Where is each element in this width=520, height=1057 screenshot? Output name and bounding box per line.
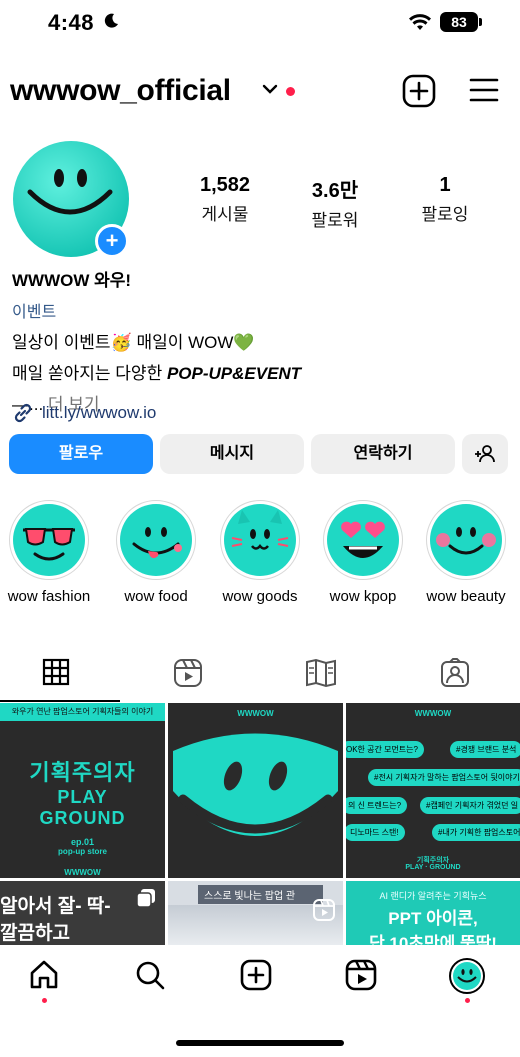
- post-title-2: PLAY: [57, 787, 108, 807]
- post-episode: ep.01: [70, 837, 94, 847]
- reel-icon: [313, 899, 335, 921]
- stat-followers-value: 3.6만: [311, 180, 359, 202]
- chevron-down-icon[interactable]: [262, 84, 278, 94]
- post-grid: 와우가 연난 팝업스토어 기획자들의 이야기 기획주의자 PLAY GROUND…: [0, 703, 520, 948]
- reels-icon[interactable]: [345, 959, 377, 991]
- stat-posts-value: 1,582: [199, 174, 251, 196]
- profile-header: wwwow_official: [10, 70, 510, 114]
- search-icon[interactable]: [134, 959, 166, 991]
- post-bubble: #캡페인 기획자가 겪었던 일: [420, 797, 520, 814]
- post-bubble: OK한 공간 모먼트는?: [346, 741, 424, 758]
- profile-tabs: [0, 652, 520, 702]
- notification-dot: [286, 87, 295, 96]
- tagged-tab-icon[interactable]: [440, 658, 470, 688]
- message-button[interactable]: 메시지: [160, 434, 304, 474]
- post-brand: WWWOW: [64, 868, 101, 877]
- grid-tab-icon[interactable]: [42, 658, 70, 686]
- blush-face-icon: [430, 504, 502, 576]
- link-text: litt.ly/wwwow.io: [42, 403, 157, 422]
- menu-icon[interactable]: [468, 76, 500, 104]
- post-line-1: PPT 아이콘,: [388, 909, 478, 928]
- home-indicator: [176, 1040, 344, 1046]
- post-bubble: #경쟁 브랜드 분석: [450, 741, 520, 758]
- post-banner: 와우가 연난 팝업스토어 기획자들의 이야기: [0, 703, 165, 721]
- add-person-icon: [475, 445, 495, 463]
- home-icon[interactable]: [28, 959, 60, 991]
- post-bubble: 디노마드 스탠!: [346, 824, 405, 841]
- stat-following[interactable]: 1 팔로잉: [395, 174, 495, 225]
- profile-avatar-icon[interactable]: [449, 958, 485, 994]
- post-brand: WWWOW: [237, 709, 274, 718]
- post-subtitle: pop-up store: [58, 847, 107, 856]
- smiley-artwork: [173, 733, 338, 836]
- highlight-wow-goods[interactable]: wow goods: [218, 500, 302, 605]
- add-story-button[interactable]: +: [95, 224, 129, 258]
- tongue-face-icon: [120, 504, 192, 576]
- carousel-icon: [136, 889, 155, 908]
- bio-line-2: 매일 쏟아지는 다양한 POP-UP&EVENT: [12, 359, 508, 384]
- highlight-wow-beauty[interactable]: wow beauty: [424, 500, 508, 605]
- follow-button[interactable]: 팔로우: [9, 434, 153, 474]
- post-text: 스스로 빛나는 팝업 관: [198, 885, 323, 904]
- profile-bio: WWWOW 와우! 이벤트 일상이 이벤트🥳 매일이 WOW💚 매일 쏟아지는 …: [12, 266, 508, 415]
- stat-posts[interactable]: 1,582 게시물: [175, 174, 275, 225]
- heart-eyes-face-icon: [327, 504, 399, 576]
- post-thumbnail[interactable]: 알아서 잘- 딱- 깔끔하고: [0, 881, 165, 948]
- create-icon[interactable]: [240, 959, 272, 991]
- highlight-wow-food[interactable]: wow food: [114, 500, 198, 605]
- post-title-3: GROUND: [39, 808, 126, 828]
- link-icon: [14, 403, 32, 423]
- post-thumbnail[interactable]: WWWOW OK한 공간 모먼트는? #경쟁 브랜드 분석 #전시 기획자가 말…: [346, 703, 520, 878]
- highlight-wow-fashion[interactable]: wow fashion: [7, 500, 91, 605]
- moon-icon: [104, 13, 118, 28]
- post-bubble: 의 신 트렌드는?: [346, 797, 408, 814]
- status-bar: 4:48 83: [0, 0, 520, 50]
- bio-line-1: 일상이 이벤트🥳 매일이 WOW💚: [12, 333, 255, 352]
- stat-following-label: 팔로잉: [421, 205, 469, 224]
- profile-activity-dot: [465, 998, 470, 1003]
- post-thumbnail[interactable]: WWWOW: [168, 703, 343, 878]
- create-post-icon[interactable]: [402, 74, 436, 108]
- username-title[interactable]: wwwow_official: [10, 74, 231, 108]
- post-top-text: AI 랜디가 알려주는 기획뉴스: [379, 891, 487, 901]
- battery-indicator: 83: [440, 12, 482, 32]
- category-label[interactable]: 이벤트: [12, 298, 508, 322]
- post-thumbnail[interactable]: AI 랜디가 알려주는 기획뉴스 PPT 아이콘, 단 10초만에 뚝딱!: [346, 881, 520, 948]
- wifi-icon: [409, 14, 431, 30]
- status-time: 4:48: [48, 10, 95, 35]
- home-activity-dot: [42, 998, 47, 1003]
- suggested-users-button[interactable]: [462, 434, 508, 474]
- sunglasses-face-icon: [13, 504, 85, 576]
- stat-followers-label: 팔로워: [311, 211, 359, 230]
- stat-following-value: 1: [439, 174, 451, 196]
- display-name: WWWOW 와우!: [12, 271, 132, 290]
- post-bubble: #내가 기획한 팝업스토어: [432, 824, 520, 841]
- cat-face-icon: [224, 504, 296, 576]
- post-title-1: 기획주의자: [29, 760, 136, 785]
- post-brand: WWWOW: [414, 709, 452, 718]
- stat-posts-label: 게시물: [201, 205, 249, 224]
- bio-line-2-bold: POP-UP&EVENT: [166, 364, 302, 383]
- guides-tab-icon[interactable]: [305, 658, 337, 688]
- post-thumbnail[interactable]: 스스로 빛나는 팝업 관: [168, 881, 343, 948]
- post-thumbnail[interactable]: 와우가 연난 팝업스토어 기획자들의 이야기 기획주의자 PLAY GROUND…: [0, 703, 165, 878]
- reels-tab-icon[interactable]: [173, 658, 203, 688]
- contact-button[interactable]: 연락하기: [311, 434, 455, 474]
- highlight-label: wow beauty: [426, 588, 506, 605]
- active-tab-indicator: [0, 700, 120, 702]
- post-bubble: #전시 기획자가 말하는 팝업스토어 뒷이야기: [368, 769, 520, 786]
- profile-link[interactable]: litt.ly/wwwow.io: [12, 402, 156, 424]
- bio-line-2-text: 매일 쏟아지는 다양한: [12, 364, 167, 383]
- post-text-2: 깔끔하고: [0, 923, 70, 944]
- stat-followers[interactable]: 3.6만 팔로워: [285, 174, 385, 231]
- post-footer-2: PLAY · GROUND: [405, 864, 461, 871]
- highlight-wow-kpop[interactable]: wow kpop: [321, 500, 405, 605]
